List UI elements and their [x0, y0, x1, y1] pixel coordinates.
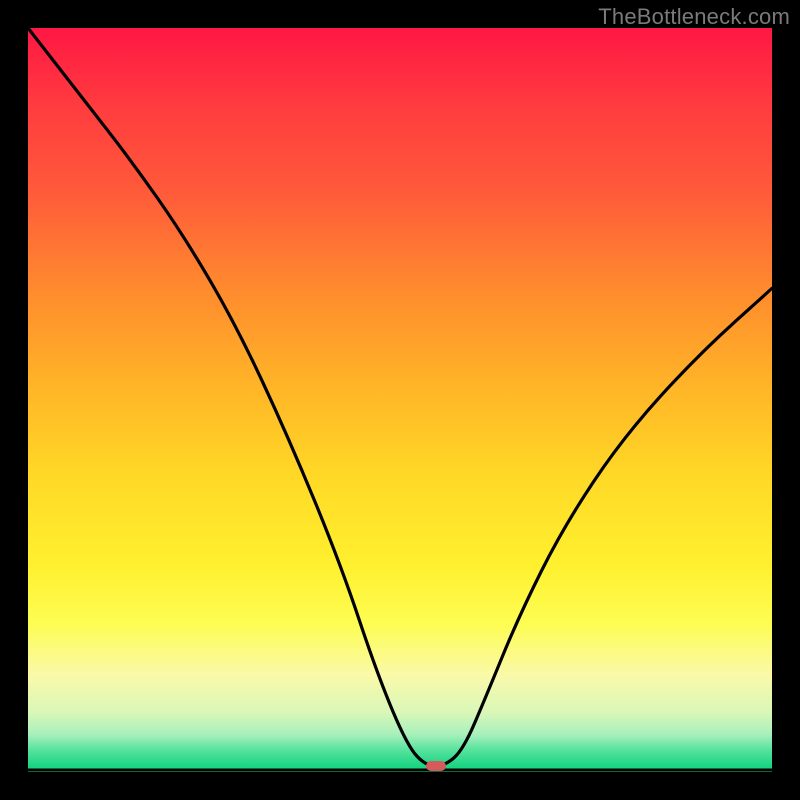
curve-path — [28, 28, 772, 766]
min-marker — [426, 761, 446, 771]
plot-area — [28, 28, 772, 772]
attribution-label: TheBottleneck.com — [598, 4, 790, 30]
curve-svg — [28, 28, 772, 772]
chart-frame: TheBottleneck.com — [0, 0, 800, 800]
